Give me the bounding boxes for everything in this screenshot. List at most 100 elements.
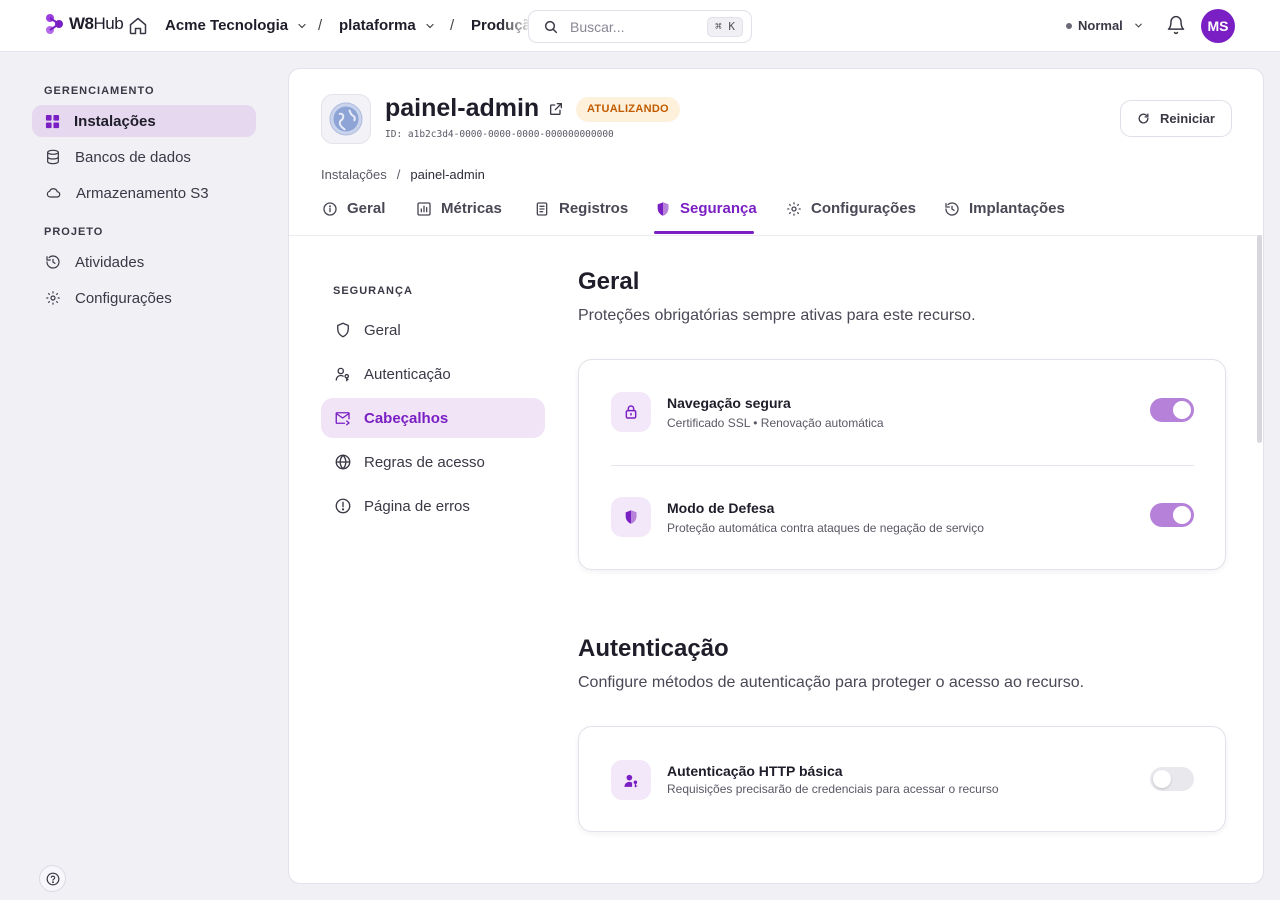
document-icon (536, 201, 548, 216)
top-bar: W8Hub Acme Tecnologia / plataforma / Pro… (0, 0, 1280, 52)
secure-navigation-toggle[interactable] (1150, 398, 1194, 422)
sidebar-item-label: Bancos de dados (75, 148, 191, 166)
sidebar-item-s3-storage[interactable]: Armazenamento S3 (32, 177, 256, 209)
cloud-icon (46, 188, 61, 198)
sidebar-item-settings[interactable]: Configurações (32, 282, 256, 314)
shield-icon (611, 497, 651, 537)
help-icon[interactable] (39, 865, 66, 892)
sidebar-item-label: Atividades (75, 253, 145, 271)
security-nav-label: Geral (364, 321, 401, 339)
security-nav-authentication[interactable]: Autenticação (321, 354, 545, 394)
sidebar-item-label: Armazenamento S3 (76, 184, 209, 202)
http-basic-auth-toggle[interactable] (1150, 767, 1194, 791)
sidebar-item-installations[interactable]: Instalações (32, 105, 256, 137)
toggle-knob (1173, 506, 1191, 524)
tab-label: Registros (559, 200, 629, 217)
gear-icon (46, 291, 60, 305)
external-link-icon[interactable] (548, 101, 564, 117)
status-badge: ATUALIZANDO (576, 97, 680, 122)
chevron-down-icon (298, 23, 306, 28)
tab-logs[interactable]: Registros (534, 200, 628, 217)
tab-label: Implantações (969, 200, 1065, 217)
resource-id: ID: a1b2c3d4-0000-0000-0000-000000000000 (385, 129, 614, 140)
search-icon (544, 20, 558, 34)
mode-label: Normal (1078, 18, 1123, 33)
security-nav-headers[interactable]: Cabeçalhos (321, 398, 545, 438)
security-nav-access-rules[interactable]: Regras de acesso (321, 442, 545, 482)
active-tab-indicator (654, 231, 754, 234)
restart-button[interactable]: Reiniciar (1120, 100, 1232, 137)
chevron-down-icon (426, 23, 434, 28)
row-title: Navegação segura (667, 395, 791, 411)
sidebar-item-databases[interactable]: Bancos de dados (32, 141, 256, 173)
defense-mode-toggle[interactable] (1150, 503, 1194, 527)
w8hub-logo[interactable]: W8Hub (44, 12, 124, 36)
alert-circle-icon (335, 498, 351, 514)
tab-label: Métricas (441, 200, 502, 217)
resource-panel: painel-admin ATUALIZANDO ID: a1b2c3d4-00… (288, 68, 1264, 884)
bell-icon[interactable] (1166, 15, 1186, 35)
row-subtitle: Certificado SSL • Renovação automática (667, 416, 884, 430)
tab-settings[interactable]: Configurações (786, 200, 916, 217)
tab-deployments[interactable]: Implantações (944, 200, 1065, 217)
user-key-icon (335, 367, 350, 382)
security-nav-general[interactable]: Geral (321, 310, 545, 350)
restart-label: Reiniciar (1160, 111, 1215, 126)
security-nav-label: Cabeçalhos (364, 409, 449, 427)
sidebar-item-label: Instalações (74, 112, 156, 130)
breadcrumb-separator: / (396, 167, 401, 182)
tab-bar: Geral Métricas Registros Segurança Confi… (289, 187, 1263, 236)
project-selector[interactable]: plataforma (339, 17, 436, 34)
tab-label: Geral (347, 200, 386, 217)
section-title-general: Geral (578, 268, 640, 295)
mode-selector[interactable]: Normal (1066, 18, 1144, 33)
avatar[interactable]: MS (1201, 9, 1235, 43)
shield-icon (337, 322, 349, 338)
globe-icon (335, 454, 351, 470)
globe-icon (321, 94, 371, 144)
sidebar-section-management: GERENCIAMENTO (44, 85, 155, 97)
org-selector[interactable]: Acme Tecnologia (165, 17, 308, 34)
scrollbar[interactable] (1257, 235, 1262, 443)
toggle-knob (1153, 770, 1171, 788)
search-input[interactable]: Buscar... ⌘ K (528, 10, 752, 43)
user-key-icon (611, 760, 651, 800)
home-icon[interactable] (128, 16, 148, 36)
mail-icon (335, 412, 350, 426)
lock-icon (611, 392, 651, 432)
tab-metrics[interactable]: Métricas (416, 200, 502, 217)
divider (611, 465, 1194, 466)
row-subtitle: Requisições precisarão de credenciais pa… (667, 782, 999, 796)
shield-icon (657, 201, 669, 216)
history-icon (46, 255, 60, 269)
tab-label: Segurança (680, 200, 757, 217)
security-nav-error-pages[interactable]: Página de erros (321, 486, 545, 526)
section-description-general: Proteções obrigatórias sempre ativas par… (578, 307, 976, 324)
project-name: plataforma (339, 17, 416, 34)
general-protections-card: Navegação segura Certificado SSL • Renov… (578, 359, 1226, 570)
security-nav-label: Regras de acesso (364, 453, 485, 471)
breadcrumb-separator: / (318, 17, 323, 34)
authentication-card: Autenticação HTTP básica Requisições pre… (578, 726, 1226, 832)
breadcrumb: Instalações / painel-admin (321, 167, 485, 182)
org-name: Acme Tecnologia (165, 17, 289, 34)
sidebar-item-activities[interactable]: Atividades (32, 246, 256, 278)
status-dot (1066, 22, 1072, 29)
row-title: Autenticação HTTP básica (667, 763, 843, 779)
resource-title: painel-admin (385, 94, 540, 122)
security-nav-label: Autenticação (364, 365, 451, 383)
w8hub-logo-mark (46, 14, 63, 34)
security-nav-heading: SEGURANÇA (333, 285, 413, 297)
tab-security[interactable]: Segurança (655, 200, 757, 217)
info-icon (323, 201, 337, 216)
section-title-authentication: Autenticação (578, 635, 729, 662)
tab-general[interactable]: Geral (322, 200, 385, 217)
chart-icon (417, 201, 431, 216)
gear-icon (787, 201, 801, 216)
grid-icon (45, 114, 60, 128)
database-icon (47, 149, 59, 165)
search-shortcut: ⌘ K (707, 17, 743, 37)
breadcrumb-installations[interactable]: Instalações (321, 167, 387, 182)
security-nav-label: Página de erros (364, 497, 470, 515)
tab-label: Configurações (811, 200, 917, 217)
